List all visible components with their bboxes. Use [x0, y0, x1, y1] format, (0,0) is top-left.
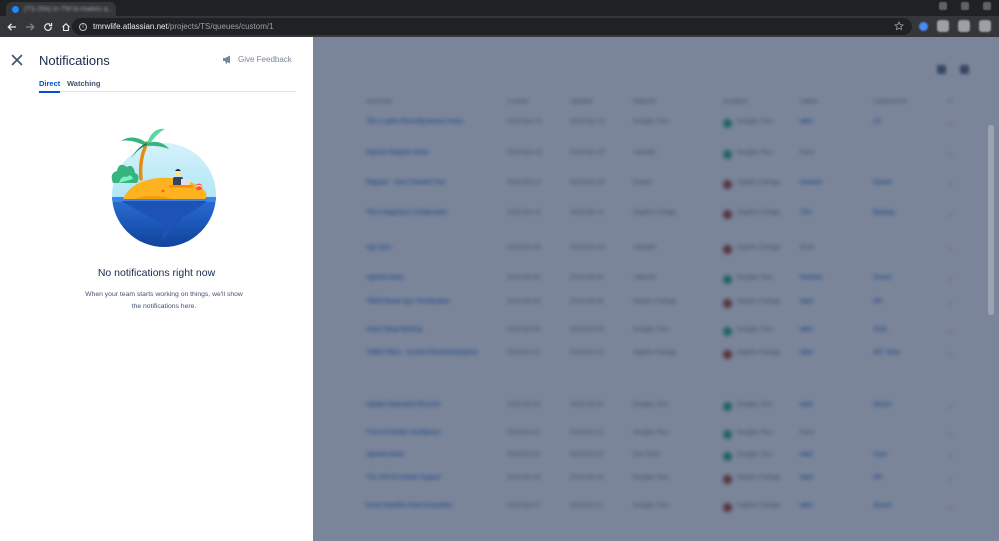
notifications-drawer: Notifications Give Feedback Direct Watch…	[0, 37, 313, 541]
browser-toolbar: i tmrwlife.atlassian.net /projects/TS/qu…	[0, 16, 999, 37]
browser-tab-strip: [TS-284] In-TM to-makes a...	[0, 0, 999, 16]
extension-icon[interactable]	[958, 20, 970, 32]
forward-button[interactable]	[24, 21, 36, 33]
back-button[interactable]	[6, 21, 18, 33]
tab-watching[interactable]: Watching	[67, 79, 100, 92]
site-info-icon[interactable]: i	[79, 22, 87, 31]
bookmark-star-icon[interactable]	[894, 21, 904, 31]
profile-avatar[interactable]	[979, 20, 991, 32]
extension-icon[interactable]	[919, 22, 928, 31]
url-host: tmrwlife.atlassian.net	[93, 22, 168, 31]
panel-title: Notifications	[39, 53, 110, 68]
close-window-icon[interactable]	[983, 2, 991, 10]
arrow-right-icon	[26, 22, 35, 31]
address-bar[interactable]: i tmrwlife.atlassian.net /projects/TS/qu…	[72, 18, 912, 35]
extension-icon[interactable]	[937, 20, 949, 32]
browser-tab-title: [TS-284] In-TM to-makes a...	[24, 5, 114, 13]
empty-state-description: When your team starts working on things,…	[85, 291, 243, 310]
arrow-left-icon	[7, 22, 16, 31]
megaphone-icon	[223, 55, 230, 64]
empty-state-title: No notifications right now	[97, 267, 216, 279]
give-feedback-label: Give Feedback	[238, 55, 292, 64]
give-feedback-button[interactable]: Give Feedback	[222, 55, 292, 64]
extension-icons	[919, 20, 991, 32]
page-scrollbar[interactable]	[981, 37, 999, 541]
island-illustration	[111, 128, 216, 247]
close-icon[interactable]	[11, 54, 23, 66]
minimize-icon[interactable]	[939, 2, 947, 10]
tab-direct[interactable]: Direct	[39, 79, 61, 93]
home-button[interactable]	[60, 21, 72, 33]
browser-tab[interactable]: [TS-284] In-TM to-makes a...	[6, 2, 116, 16]
notification-tabs: Direct Watching	[39, 79, 296, 93]
maximize-icon[interactable]	[961, 2, 969, 10]
reload-button[interactable]	[42, 21, 54, 33]
home-icon	[62, 22, 70, 31]
reload-icon	[44, 22, 53, 31]
scrollbar-thumb[interactable]	[988, 125, 994, 315]
jira-favicon-icon	[12, 5, 19, 13]
window-controls	[939, 2, 991, 10]
url-path: /projects/TS/queues/custom/1	[167, 22, 274, 31]
